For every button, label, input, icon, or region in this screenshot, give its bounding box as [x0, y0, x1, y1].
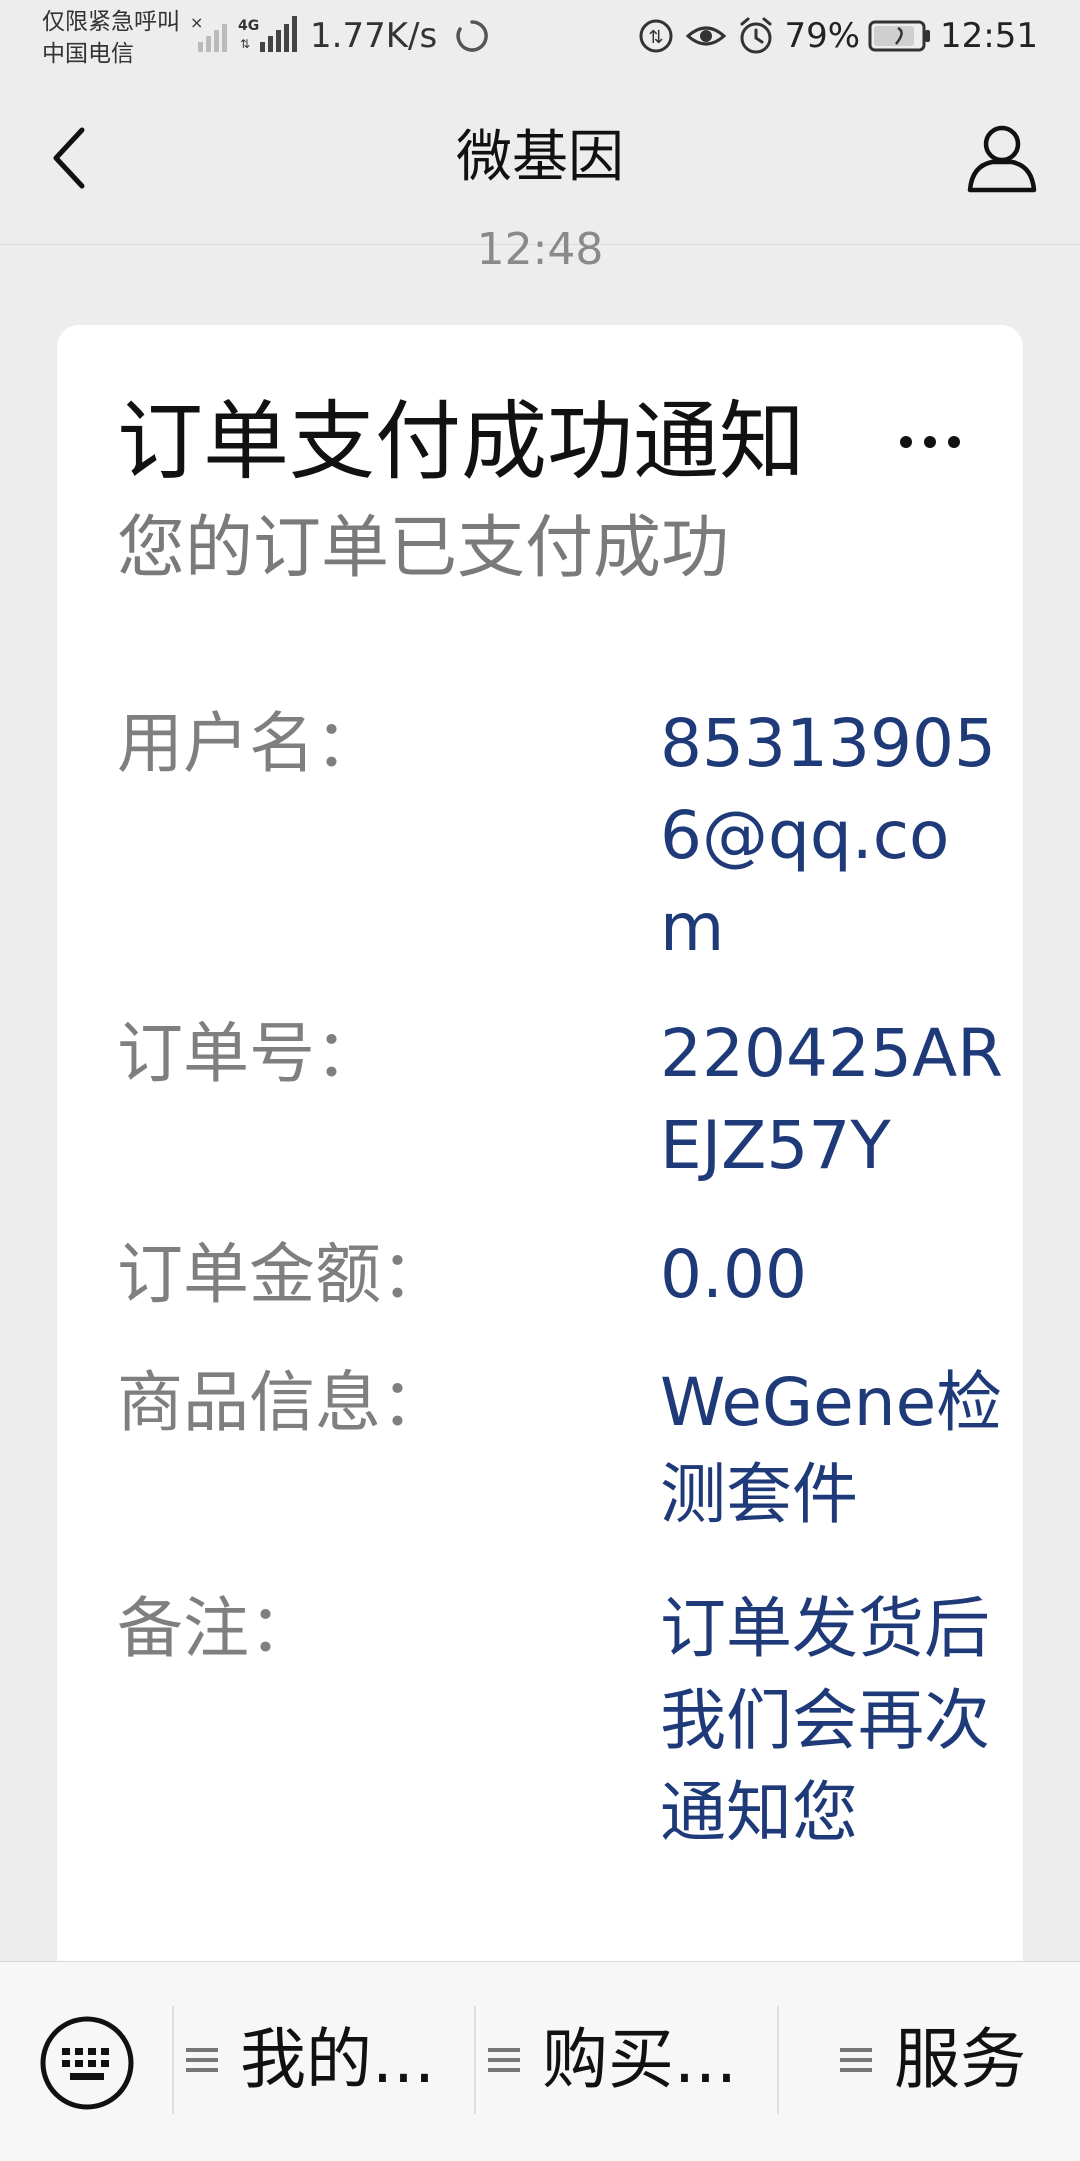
status-right-group: ⇅ 79% 12:51 [636, 12, 1038, 60]
clock: 12:51 [940, 16, 1038, 56]
info-value: 0.00 [660, 1236, 807, 1313]
menu-item-label: 服务 [894, 2021, 1026, 2098]
bottom-menu-bar: 我的... 购买... 服务 [0, 1961, 1080, 2161]
info-value: WeGene检测套件 [660, 1364, 1003, 1533]
svg-text:×: × [190, 13, 203, 32]
hamburger-icon [840, 2048, 872, 2072]
menu-divider [172, 2006, 174, 2114]
info-value: 853139056@qq.com [660, 705, 996, 966]
svg-text:4G: 4G [238, 18, 259, 34]
hamburger-icon [488, 2048, 520, 2072]
network-speed: 1.77K/s [310, 16, 438, 56]
person-icon[interactable] [964, 120, 1040, 196]
info-label: 商品信息： [117, 1364, 447, 1441]
carrier-emergency-text: 仅限紧急呼叫 [42, 9, 180, 35]
info-label: 用户名： [117, 705, 381, 782]
status-bar: 仅限紧急呼叫 中国电信 × 4G ⇅ 1.77K/s ⇅ 79% 12:51 [0, 0, 1080, 74]
battery-icon [868, 20, 931, 52]
menu-divider [474, 2006, 476, 2114]
menu-item-service[interactable]: 服务 [840, 2006, 1026, 2114]
loading-icon [456, 20, 488, 52]
navigation-bar: 微基因 [0, 74, 1080, 245]
info-label: 订单金额： [117, 1236, 447, 1313]
carrier-name: 中国电信 [42, 41, 134, 67]
svg-text:⇅: ⇅ [649, 27, 664, 48]
signal-icon: × 4G ⇅ [190, 13, 297, 52]
info-label: 备注： [117, 1590, 315, 1667]
svg-text:⇅: ⇅ [240, 37, 250, 51]
card-title: 订单支付成功通知 [117, 392, 805, 492]
menu-divider [777, 2006, 779, 2114]
carrier-info: 仅限紧急呼叫 中国电信 [42, 6, 180, 70]
keyboard-icon[interactable] [38, 2014, 136, 2112]
menu-item-label: 我的... [240, 2021, 435, 2098]
eye-comfort-icon [686, 26, 727, 46]
alarm-icon [740, 17, 772, 54]
menu-item-mine[interactable]: 我的... [186, 2006, 435, 2114]
page-title: 微基因 [456, 125, 624, 190]
info-value: 220425AREJZ57Y [660, 1015, 1003, 1184]
card-subtitle: 您的订单已支付成功 [117, 509, 730, 588]
data-saver-icon: ⇅ [639, 19, 673, 53]
menu-item-label: 购买... [542, 2021, 737, 2098]
menu-item-buy[interactable]: 购买... [488, 2006, 737, 2114]
hamburger-icon [186, 2048, 218, 2072]
info-label: 订单号： [117, 1015, 381, 1092]
order-notification-card[interactable]: 订单支付成功通知 您的订单已支付成功 用户名： 853139056@qq.com… [57, 325, 1023, 2005]
battery-percent: 79% [784, 16, 861, 56]
more-dots-icon[interactable] [895, 407, 965, 477]
info-value: 订单发货后我们会再次通知您 [660, 1590, 990, 1851]
message-timestamp: 12:48 [476, 224, 604, 275]
